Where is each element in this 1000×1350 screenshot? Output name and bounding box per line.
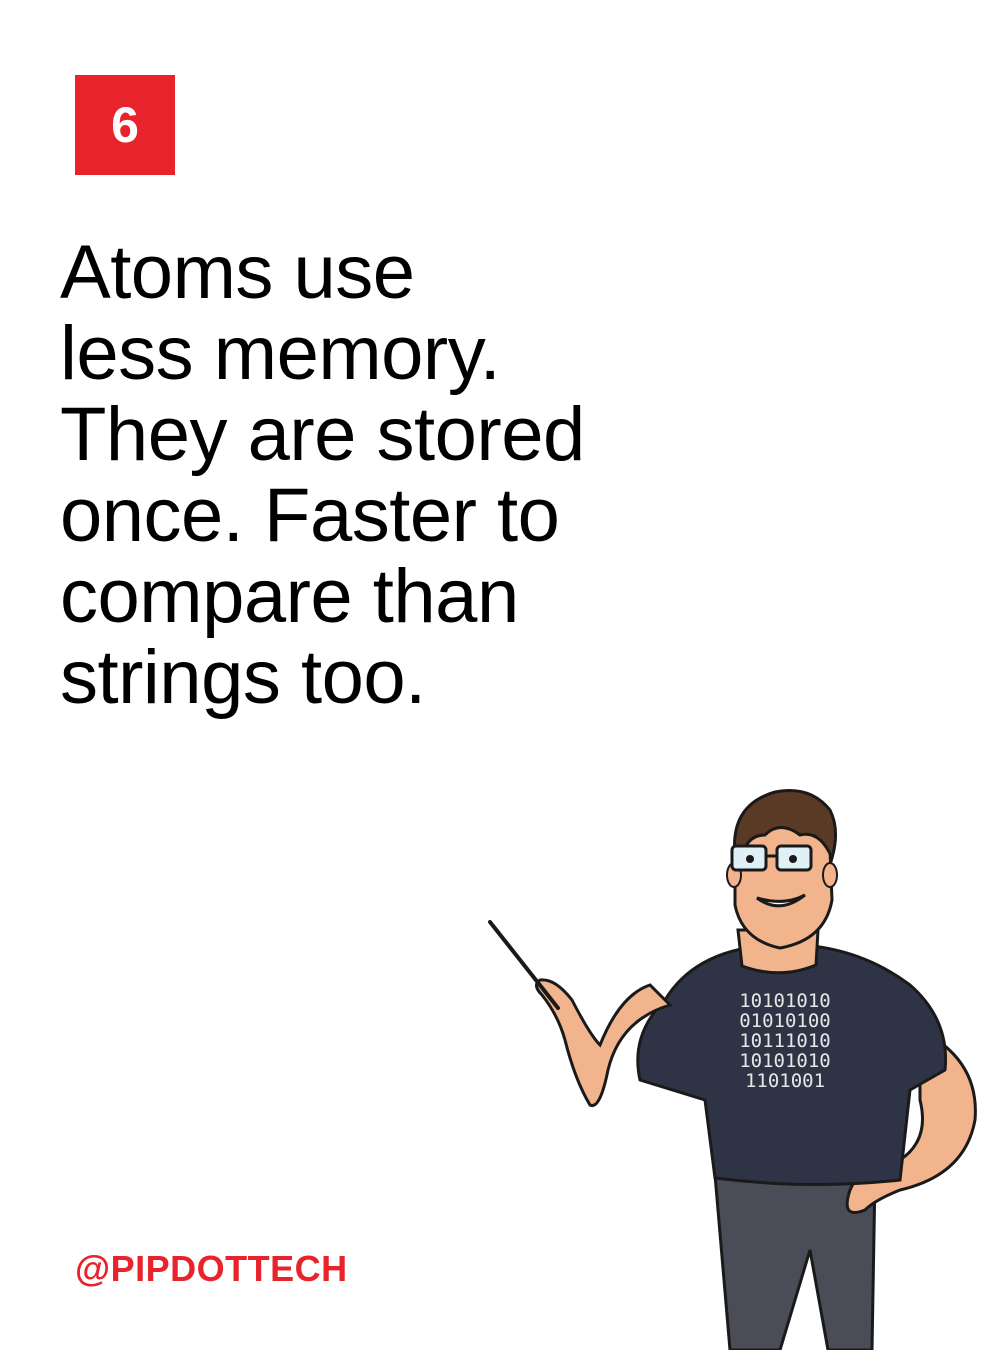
headline-line: Atoms use	[60, 230, 415, 315]
eye	[746, 855, 754, 863]
slide-number-badge: 6	[75, 75, 175, 175]
binary-line: 10111010	[739, 1030, 831, 1052]
headline-line: compare than	[60, 554, 519, 639]
binary-line: 01010100	[739, 1010, 831, 1032]
binary-line: 10101010	[739, 1050, 831, 1072]
headline-line: less memory.	[60, 311, 501, 396]
developer-character-illustration: 10101010 01010100 10111010 10101010 1101…	[480, 780, 1000, 1350]
ear	[822, 862, 838, 888]
binary-line: 1101001	[745, 1070, 825, 1092]
binary-line: 10101010	[739, 990, 831, 1012]
headline-line: They are stored	[60, 392, 585, 477]
headline: Atoms use less memory. They are stored o…	[60, 232, 740, 718]
headline-line: once. Faster to	[60, 473, 560, 558]
shirt-binary-text: 10101010 01010100 10111010 10101010 1101…	[739, 990, 831, 1092]
slide-number: 6	[111, 97, 139, 153]
pointer-stick	[488, 920, 560, 1010]
headline-line: strings too.	[60, 635, 426, 720]
character-svg: 10101010 01010100 10111010 10101010 1101…	[488, 788, 977, 1350]
eye	[789, 855, 797, 863]
social-handle: @PIPDOTTECH	[75, 1248, 348, 1289]
slide-page: 6 Atoms use less memory. They are stored…	[0, 0, 1000, 1350]
